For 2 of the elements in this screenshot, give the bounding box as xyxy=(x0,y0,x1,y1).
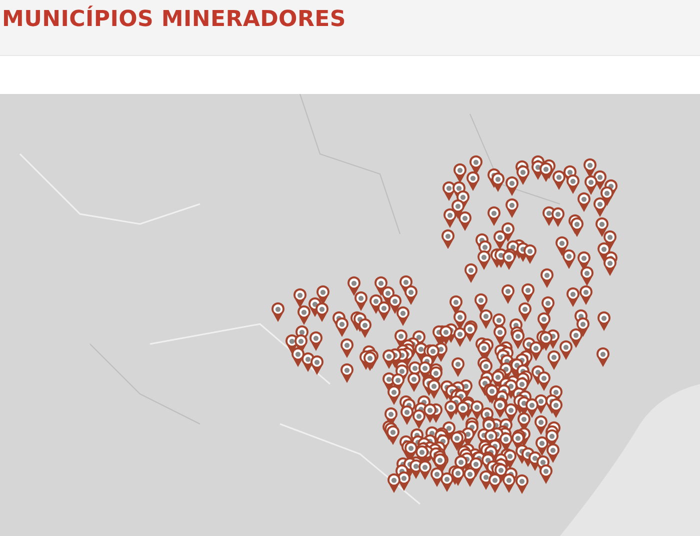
page-title: MUNICÍPIOS MINERADORES xyxy=(2,7,346,32)
map-pins-drawing[interactable] xyxy=(272,155,618,494)
